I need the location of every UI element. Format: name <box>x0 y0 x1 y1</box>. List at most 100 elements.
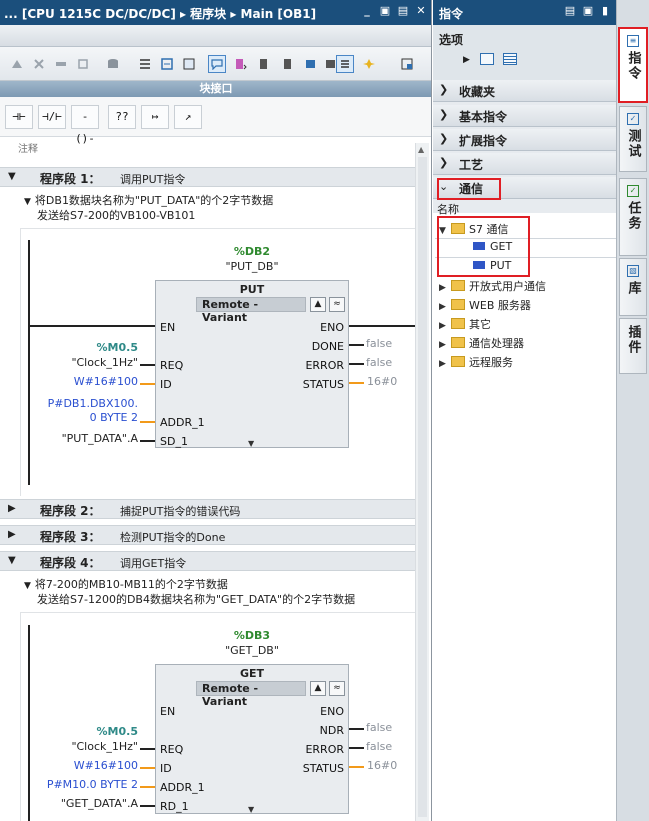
put-req-tag[interactable]: "Clock_1Hz" <box>40 356 138 369</box>
scroll-up-icon[interactable]: ▲ <box>418 145 424 154</box>
highlight-instructions-tab <box>618 27 648 103</box>
tab-tasks[interactable]: ✓ 任务 <box>619 178 647 256</box>
connection-config-icon[interactable]: ▲ <box>310 297 326 312</box>
tab-addins[interactable]: 插件 <box>619 318 647 374</box>
put-addr-line2[interactable]: 0 BYTE 2 <box>30 411 138 424</box>
expand-icon[interactable]: ▶ <box>439 359 451 369</box>
network-view-icon[interactable] <box>336 55 354 73</box>
close-icon[interactable]: ▮ <box>598 4 612 18</box>
section-favorites[interactable]: ❯ 收藏夹 <box>433 80 616 102</box>
tree-item-comm-processor[interactable]: ▶ 通信处理器 <box>439 335 524 351</box>
collapse-icon[interactable]: ▼ <box>24 581 31 591</box>
put-sd-value[interactable]: "PUT_DATA".A <box>30 432 138 445</box>
expand-pins-icon[interactable]: ▼ <box>248 805 254 814</box>
pin-icon[interactable]: ▤ <box>563 4 577 18</box>
collapse-icon[interactable]: ▼ <box>24 197 31 207</box>
put-addr-line1[interactable]: P#DB1.DBX100. <box>30 397 138 410</box>
get-variant: Remote - Variant <box>196 681 306 708</box>
tasks-icon: ✓ <box>627 185 639 197</box>
db-icon[interactable] <box>104 55 122 73</box>
put-db-name[interactable]: "PUT_DB" <box>192 260 312 273</box>
view-list-icon[interactable] <box>503 53 517 65</box>
diagnostics-icon[interactable]: ≈ <box>329 681 345 696</box>
connection-config-icon[interactable]: ▲ <box>310 681 326 696</box>
highlight-communication <box>437 178 501 200</box>
editor-title: ... [CPU 1215C DC/DC/DC] ▸ 程序块 ▸ Main [O… <box>4 7 317 21</box>
expand-icon[interactable]: ▶ <box>439 340 451 350</box>
put-id-value[interactable]: W#16#100 <box>40 375 138 388</box>
close-icon[interactable]: ✕ <box>414 4 428 18</box>
put-db-address[interactable]: %DB2 <box>192 245 312 258</box>
tab-testing[interactable]: ✓ 测试 <box>619 106 647 172</box>
put-status-value: 16#0 <box>367 375 398 388</box>
restore-icon[interactable]: ▣ <box>378 4 392 18</box>
network-3-header[interactable]: ▶ 程序段 3： 检测PUT指令的Done <box>0 525 415 545</box>
expand-pins-icon[interactable]: ▼ <box>248 439 254 448</box>
insert-network-icon[interactable] <box>8 55 26 73</box>
get-db-address[interactable]: %DB3 <box>192 629 312 642</box>
network-2-header[interactable]: ▶ 程序段 2： 捕捉PUT指令的错误代码 <box>0 499 415 519</box>
collapse-icon[interactable]: ▼ <box>8 171 16 182</box>
expand-icon[interactable]: ▶ <box>8 503 16 514</box>
get-block[interactable]: GET Remote - Variant ▲ ≈ EN REQ ID ADDR_… <box>155 664 349 814</box>
view-icons-icon[interactable] <box>480 53 494 65</box>
close-branch-icon[interactable] <box>74 55 92 73</box>
open-branch-button[interactable]: ↦ <box>141 105 169 129</box>
section-basic-instructions[interactable]: ❯ 基本指令 <box>433 105 616 127</box>
comments-toggle-icon[interactable] <box>208 55 226 73</box>
expand-icon[interactable]: ▶ <box>439 302 451 312</box>
scrollbar-thumb[interactable] <box>418 157 427 817</box>
insert-branch-icon[interactable] <box>52 55 70 73</box>
tree-item-others[interactable]: ▶ 其它 <box>439 316 491 332</box>
editor-vertical-scrollbar[interactable]: ▲ <box>415 143 429 821</box>
expand-icon[interactable]: ▶ <box>439 321 451 331</box>
block-interface-bar[interactable]: 块接口 <box>0 81 431 97</box>
no-contact-button[interactable]: ⊣⊢ <box>5 105 33 129</box>
close-branch-button[interactable]: ↗ <box>174 105 202 129</box>
minimize-icon[interactable]: _ <box>360 4 374 18</box>
goto-icon[interactable] <box>360 55 378 73</box>
abs-address-icon[interactable] <box>158 55 176 73</box>
expand-icon[interactable]: ▶ <box>463 55 470 65</box>
monitor-icon[interactable] <box>302 55 320 73</box>
favorites-icon[interactable] <box>180 55 198 73</box>
section-technology[interactable]: ❯ 工艺 <box>433 153 616 175</box>
tree-item-open-user-comm[interactable]: ▶ 开放式用户通信 <box>439 278 546 294</box>
close-all-icon[interactable] <box>280 55 298 73</box>
network-1-comment[interactable]: ▼ 将DB1数据块名称为"PUT_DATA"的个2字节数据 发送给S7-200的V… <box>24 194 273 223</box>
tag-info-icon[interactable] <box>232 55 250 73</box>
put-block[interactable]: PUT Remote - Variant ▲ ≈ EN REQ ID ADDR_… <box>155 280 349 448</box>
en-wire <box>30 325 155 327</box>
id-wire <box>140 767 155 769</box>
open-all-icon[interactable] <box>256 55 274 73</box>
get-rd-value[interactable]: "GET_DATA".A <box>30 797 138 810</box>
empty-box-button[interactable]: ?? <box>108 105 136 129</box>
diagnostics-icon[interactable]: ≈ <box>329 297 345 312</box>
tree-item-web-server[interactable]: ▶ WEB 服务器 <box>439 297 531 313</box>
network-4-header[interactable]: ▼ 程序段 4： 调用GET指令 <box>0 551 415 571</box>
req-wire <box>140 748 155 750</box>
section-extended-instructions[interactable]: ❯ 扩展指令 <box>433 129 616 151</box>
window-layout-icon[interactable] <box>398 55 416 73</box>
network-1-header[interactable]: ▼ 程序段 1： 调用PUT指令 <box>0 167 415 187</box>
expand-icon[interactable]: ▶ <box>439 283 451 293</box>
tree-item-remote-service[interactable]: ▶ 远程服务 <box>439 354 513 370</box>
get-db-name[interactable]: "GET_DB" <box>192 644 312 657</box>
get-req-tag[interactable]: "Clock_1Hz" <box>40 740 138 753</box>
put-req-address[interactable]: %M0.5 <box>60 341 138 354</box>
restore-icon[interactable]: ▣ <box>581 4 595 18</box>
float-icon[interactable]: ▤ <box>396 4 410 18</box>
nc-contact-button[interactable]: ⊣/⊢ <box>38 105 66 129</box>
delete-network-icon[interactable] <box>30 55 48 73</box>
network-4-comment[interactable]: ▼ 将7-200的MB10-MB11的个2字节数据 发送给S7-1200的DB4数… <box>24 578 355 607</box>
show-all-icon[interactable] <box>136 55 154 73</box>
highlight-s7-tree <box>437 216 530 277</box>
get-id-value[interactable]: W#16#100 <box>40 759 138 772</box>
get-req-address[interactable]: %M0.5 <box>60 725 138 738</box>
tab-libraries[interactable]: ▧ 库 <box>619 258 647 316</box>
get-addr-value[interactable]: P#M10.0 BYTE 2 <box>30 778 138 791</box>
collapse-icon[interactable]: ▼ <box>8 555 16 566</box>
tia-portal-window: ... [CPU 1215C DC/DC/DC] ▸ 程序块 ▸ Main [O… <box>0 0 649 821</box>
expand-icon[interactable]: ▶ <box>8 529 16 540</box>
coil-button[interactable]: -()- <box>71 105 99 145</box>
